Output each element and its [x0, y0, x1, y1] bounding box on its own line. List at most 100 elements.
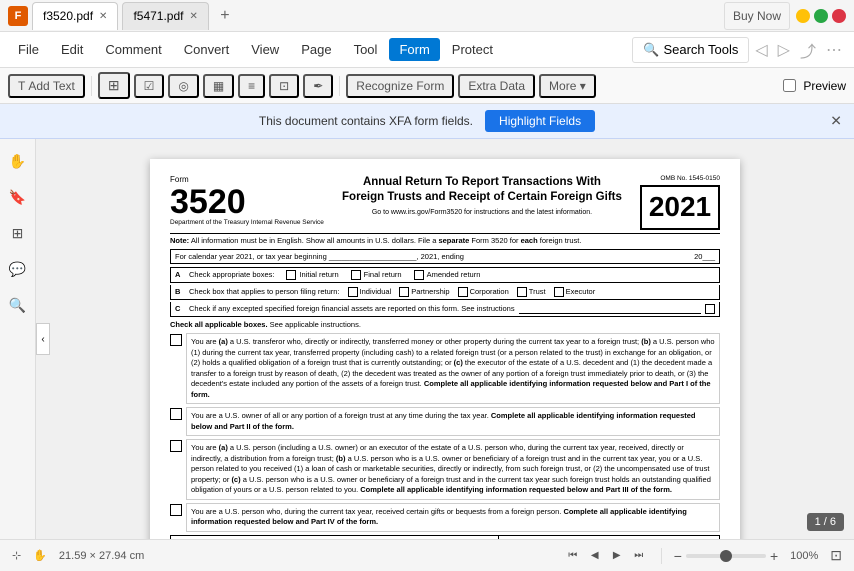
preview-checkbox[interactable] — [783, 79, 796, 92]
window-close-button[interactable] — [832, 9, 846, 23]
extra-data-button[interactable]: Extra Data — [458, 74, 535, 98]
tab-f5471-label: f5471.pdf — [133, 9, 183, 23]
nav-last-button[interactable]: ⏭ — [629, 546, 649, 566]
zoom-in-icon[interactable]: + — [770, 548, 778, 564]
initial-return-check[interactable]: Initial return — [286, 270, 338, 280]
toolbar-separator-2 — [339, 76, 340, 96]
add-tab-button[interactable]: + — [213, 4, 237, 28]
checkbox-button[interactable]: ☑ — [134, 74, 165, 98]
add-text-button[interactable]: T Add Text — [8, 74, 85, 98]
window-maximize-button[interactable] — [814, 9, 828, 23]
nav-back-button[interactable]: ◁ — [751, 40, 771, 60]
search-panel-button[interactable]: 🔍 — [4, 291, 32, 319]
comments-panel-button[interactable]: 💬 — [4, 255, 32, 283]
tab-f5471-close[interactable]: ✕ — [189, 11, 197, 22]
recognize-label: Recognize Form — [356, 79, 444, 93]
status-separator — [661, 548, 662, 564]
dept-label: Department of the Treasury Internal Reve… — [170, 219, 324, 227]
nav-prev-button[interactable]: ◀ — [585, 546, 605, 566]
menu-comment[interactable]: Comment — [95, 38, 171, 61]
bookmark-panel-button[interactable]: 🔖 — [4, 183, 32, 211]
preview-toggle[interactable]: Preview — [783, 79, 846, 93]
calendar-year-row: For calendar year 2021, or tax year begi… — [170, 249, 720, 265]
tab-f5471[interactable]: f5471.pdf ✕ — [122, 2, 208, 30]
toolbar: T Add Text ⊞ ☑ ◎ ▦ ≡ ⊡ ✒ Recognize Form … — [0, 68, 854, 104]
tab-f3520[interactable]: f3520.pdf ✕ — [32, 2, 118, 30]
extra-data-label: Extra Data — [468, 79, 525, 93]
hand-tool-button[interactable]: ✋ — [4, 147, 32, 175]
field-row-1: 1a Name of U.S. person(s) with respect t… — [170, 535, 720, 539]
xfa-close-button[interactable]: ✕ — [830, 113, 842, 130]
field-icon: ⊞ — [108, 77, 120, 94]
combo-icon: ▦ — [213, 79, 224, 93]
para4-checkbox[interactable] — [170, 504, 182, 516]
title-bar: F f3520.pdf ✕ f5471.pdf ✕ + Buy Now — [0, 0, 854, 32]
nav-forward-button[interactable]: ▷ — [774, 40, 794, 60]
note-line: Note: All information must be in English… — [170, 233, 720, 246]
add-text-icon: T — [18, 79, 25, 93]
tab-f3520-label: f3520.pdf — [43, 9, 93, 23]
paragraph-1-row: You are (a) a U.S. transferor who, direc… — [170, 333, 720, 404]
row-b: B Check box that applies to person filin… — [170, 285, 720, 300]
buy-now-button[interactable]: Buy Now — [724, 2, 790, 30]
corporation-check[interactable]: Corporation — [458, 287, 509, 297]
radio-button-tool[interactable]: ◎ — [168, 74, 198, 98]
more-menu-button[interactable]: ⋯ — [822, 40, 846, 60]
pages-panel-button[interactable]: ⊞ — [4, 219, 32, 247]
nav-first-button[interactable]: ⏮ — [563, 546, 583, 566]
form-button-tool[interactable]: ⊡ — [269, 74, 299, 98]
menu-file[interactable]: File — [8, 38, 49, 61]
radio-icon: ◎ — [178, 79, 188, 93]
search-tools-button[interactable]: 🔍 Search Tools — [632, 37, 749, 63]
more-tools-button[interactable]: More ▾ — [539, 74, 596, 98]
executor-check[interactable]: Executor — [554, 287, 596, 297]
para2-checkbox[interactable] — [170, 408, 182, 420]
signature-button[interactable]: ✒ — [303, 74, 333, 98]
tab-f3520-close[interactable]: ✕ — [99, 11, 107, 22]
partnership-check[interactable]: Partnership — [399, 287, 449, 297]
search-tools-label: Search Tools — [663, 42, 738, 57]
menu-protect[interactable]: Protect — [442, 38, 503, 61]
amended-return-check[interactable]: Amended return — [414, 270, 481, 280]
checkbox-icon: ☑ — [144, 79, 155, 93]
paragraph-1-text: You are (a) a U.S. transferor who, direc… — [186, 333, 720, 404]
zoom-thumb[interactable] — [720, 550, 732, 562]
zoom-slider[interactable] — [686, 554, 766, 558]
menu-edit[interactable]: Edit — [51, 38, 93, 61]
menu-convert[interactable]: Convert — [174, 38, 240, 61]
combobox-button[interactable]: ▦ — [203, 74, 234, 98]
listbox-button[interactable]: ≡ — [238, 74, 265, 98]
individual-check[interactable]: Individual — [348, 287, 392, 297]
search-icon: 🔍 — [643, 42, 659, 58]
field-tools-button[interactable]: ⊞ — [98, 72, 130, 99]
toolbar-separator-1 — [91, 76, 92, 96]
para1-checkbox[interactable] — [170, 334, 182, 346]
list-icon: ≡ — [248, 79, 255, 93]
zoom-out-icon[interactable]: − — [674, 548, 682, 564]
para3-checkbox[interactable] — [170, 440, 182, 452]
preview-label: Preview — [803, 79, 846, 93]
hand-tool-icon[interactable]: ✋ — [33, 549, 47, 562]
panel-collapse-button[interactable]: ‹ — [36, 323, 50, 355]
nav-controls: ⏮ ◀ ▶ ⏭ — [563, 546, 649, 566]
share-button[interactable]: ⤴ — [796, 38, 820, 62]
menu-bar: File Edit Comment Convert View Page Tool… — [0, 32, 854, 68]
nav-next-button[interactable]: ▶ — [607, 546, 627, 566]
recognize-form-button[interactable]: Recognize Form — [346, 74, 454, 98]
omb-label: OMB No. 1545-0150 — [640, 175, 720, 183]
final-return-check[interactable]: Final return — [351, 270, 402, 280]
cursor-tool-icon[interactable]: ⊹ — [12, 549, 21, 562]
fit-page-icon[interactable]: ⊡ — [830, 547, 842, 564]
window-minimize-button[interactable] — [796, 9, 810, 23]
xfa-banner: This document contains XFA form fields. … — [0, 104, 854, 139]
menu-page[interactable]: Page — [291, 38, 341, 61]
pdf-page: Form 3520 Department of the Treasury Int… — [150, 159, 740, 539]
menu-tool[interactable]: Tool — [344, 38, 388, 61]
highlight-fields-button[interactable]: Highlight Fields — [485, 110, 595, 132]
app-icon: F — [8, 6, 28, 26]
menu-form[interactable]: Form — [389, 38, 439, 61]
menu-view[interactable]: View — [241, 38, 289, 61]
trust-check[interactable]: Trust — [517, 287, 546, 297]
side-panel: ✋ 🔖 ⊞ 💬 🔍 — [0, 139, 36, 539]
paragraph-2-text: You are a U.S. owner of all or any porti… — [186, 407, 720, 436]
